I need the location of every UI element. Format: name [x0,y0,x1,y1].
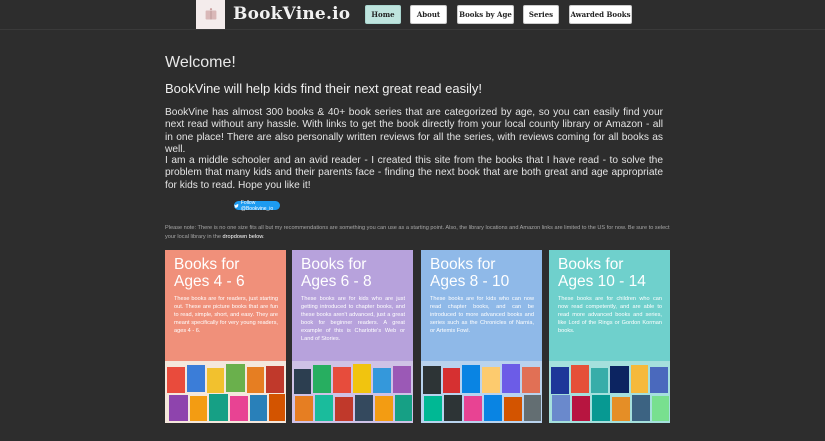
nav-about-button[interactable]: About [410,5,447,24]
card-description: These books are for kids who can now rea… [430,296,534,334]
twitter-follow-label: Follow @Bookvine_io [240,199,274,212]
note-end: . [262,233,265,240]
nav-books-by-age-button[interactable]: Books by Age [457,5,514,24]
nav-series-button[interactable]: Series [523,5,559,24]
twitter-bird-icon [234,203,239,208]
welcome-heading: Welcome! [165,54,236,71]
book-covers-image [549,361,670,423]
card-title: Books for Ages 6 - 8 [301,256,372,290]
top-nav-bar: BookVine.io Home About Books by Age Seri… [0,0,825,30]
age-card-8-10[interactable]: Books for Ages 8 - 10 These books are for… [421,250,542,423]
twitter-follow-button[interactable]: Follow @Bookvine_io [234,199,280,212]
card-description: These books are for kids who are just ge… [301,296,405,342]
about-paragraph: I am a middle schooler and an avid reade… [165,155,663,191]
card-title: Books for Ages 10 - 14 [558,256,646,290]
book-covers-image [165,361,286,423]
site-logo[interactable] [196,0,225,29]
nav-home-button[interactable]: Home [365,5,401,24]
card-description: These books are for readers, just starti… [174,296,278,334]
dropdown-link[interactable]: dropdown below [223,234,263,240]
intro-paragraph: BookVine has almost 300 books & 40+ book… [165,107,663,156]
card-title: Books for Ages 8 - 10 [430,256,510,290]
nav-awarded-books-button[interactable]: Awarded Books [569,5,632,24]
card-description: These books are for children who can now… [558,296,662,334]
brand-name[interactable]: BookVine.io [233,4,350,24]
disclaimer-note: Please note: There is no one size fits a… [165,224,670,241]
age-card-10-14[interactable]: Books for Ages 10 - 14 These books are fo… [549,250,670,423]
book-logo-icon [205,7,216,19]
age-card-4-6[interactable]: Books for Ages 4 - 6 These books are for … [165,250,286,423]
tagline: BookVine will help kids find their next … [165,81,482,96]
age-card-6-8[interactable]: Books for Ages 6 - 8 These books are for … [292,250,413,423]
book-covers-image [421,361,542,423]
card-title: Books for Ages 4 - 6 [174,256,245,290]
book-covers-image [292,361,413,423]
